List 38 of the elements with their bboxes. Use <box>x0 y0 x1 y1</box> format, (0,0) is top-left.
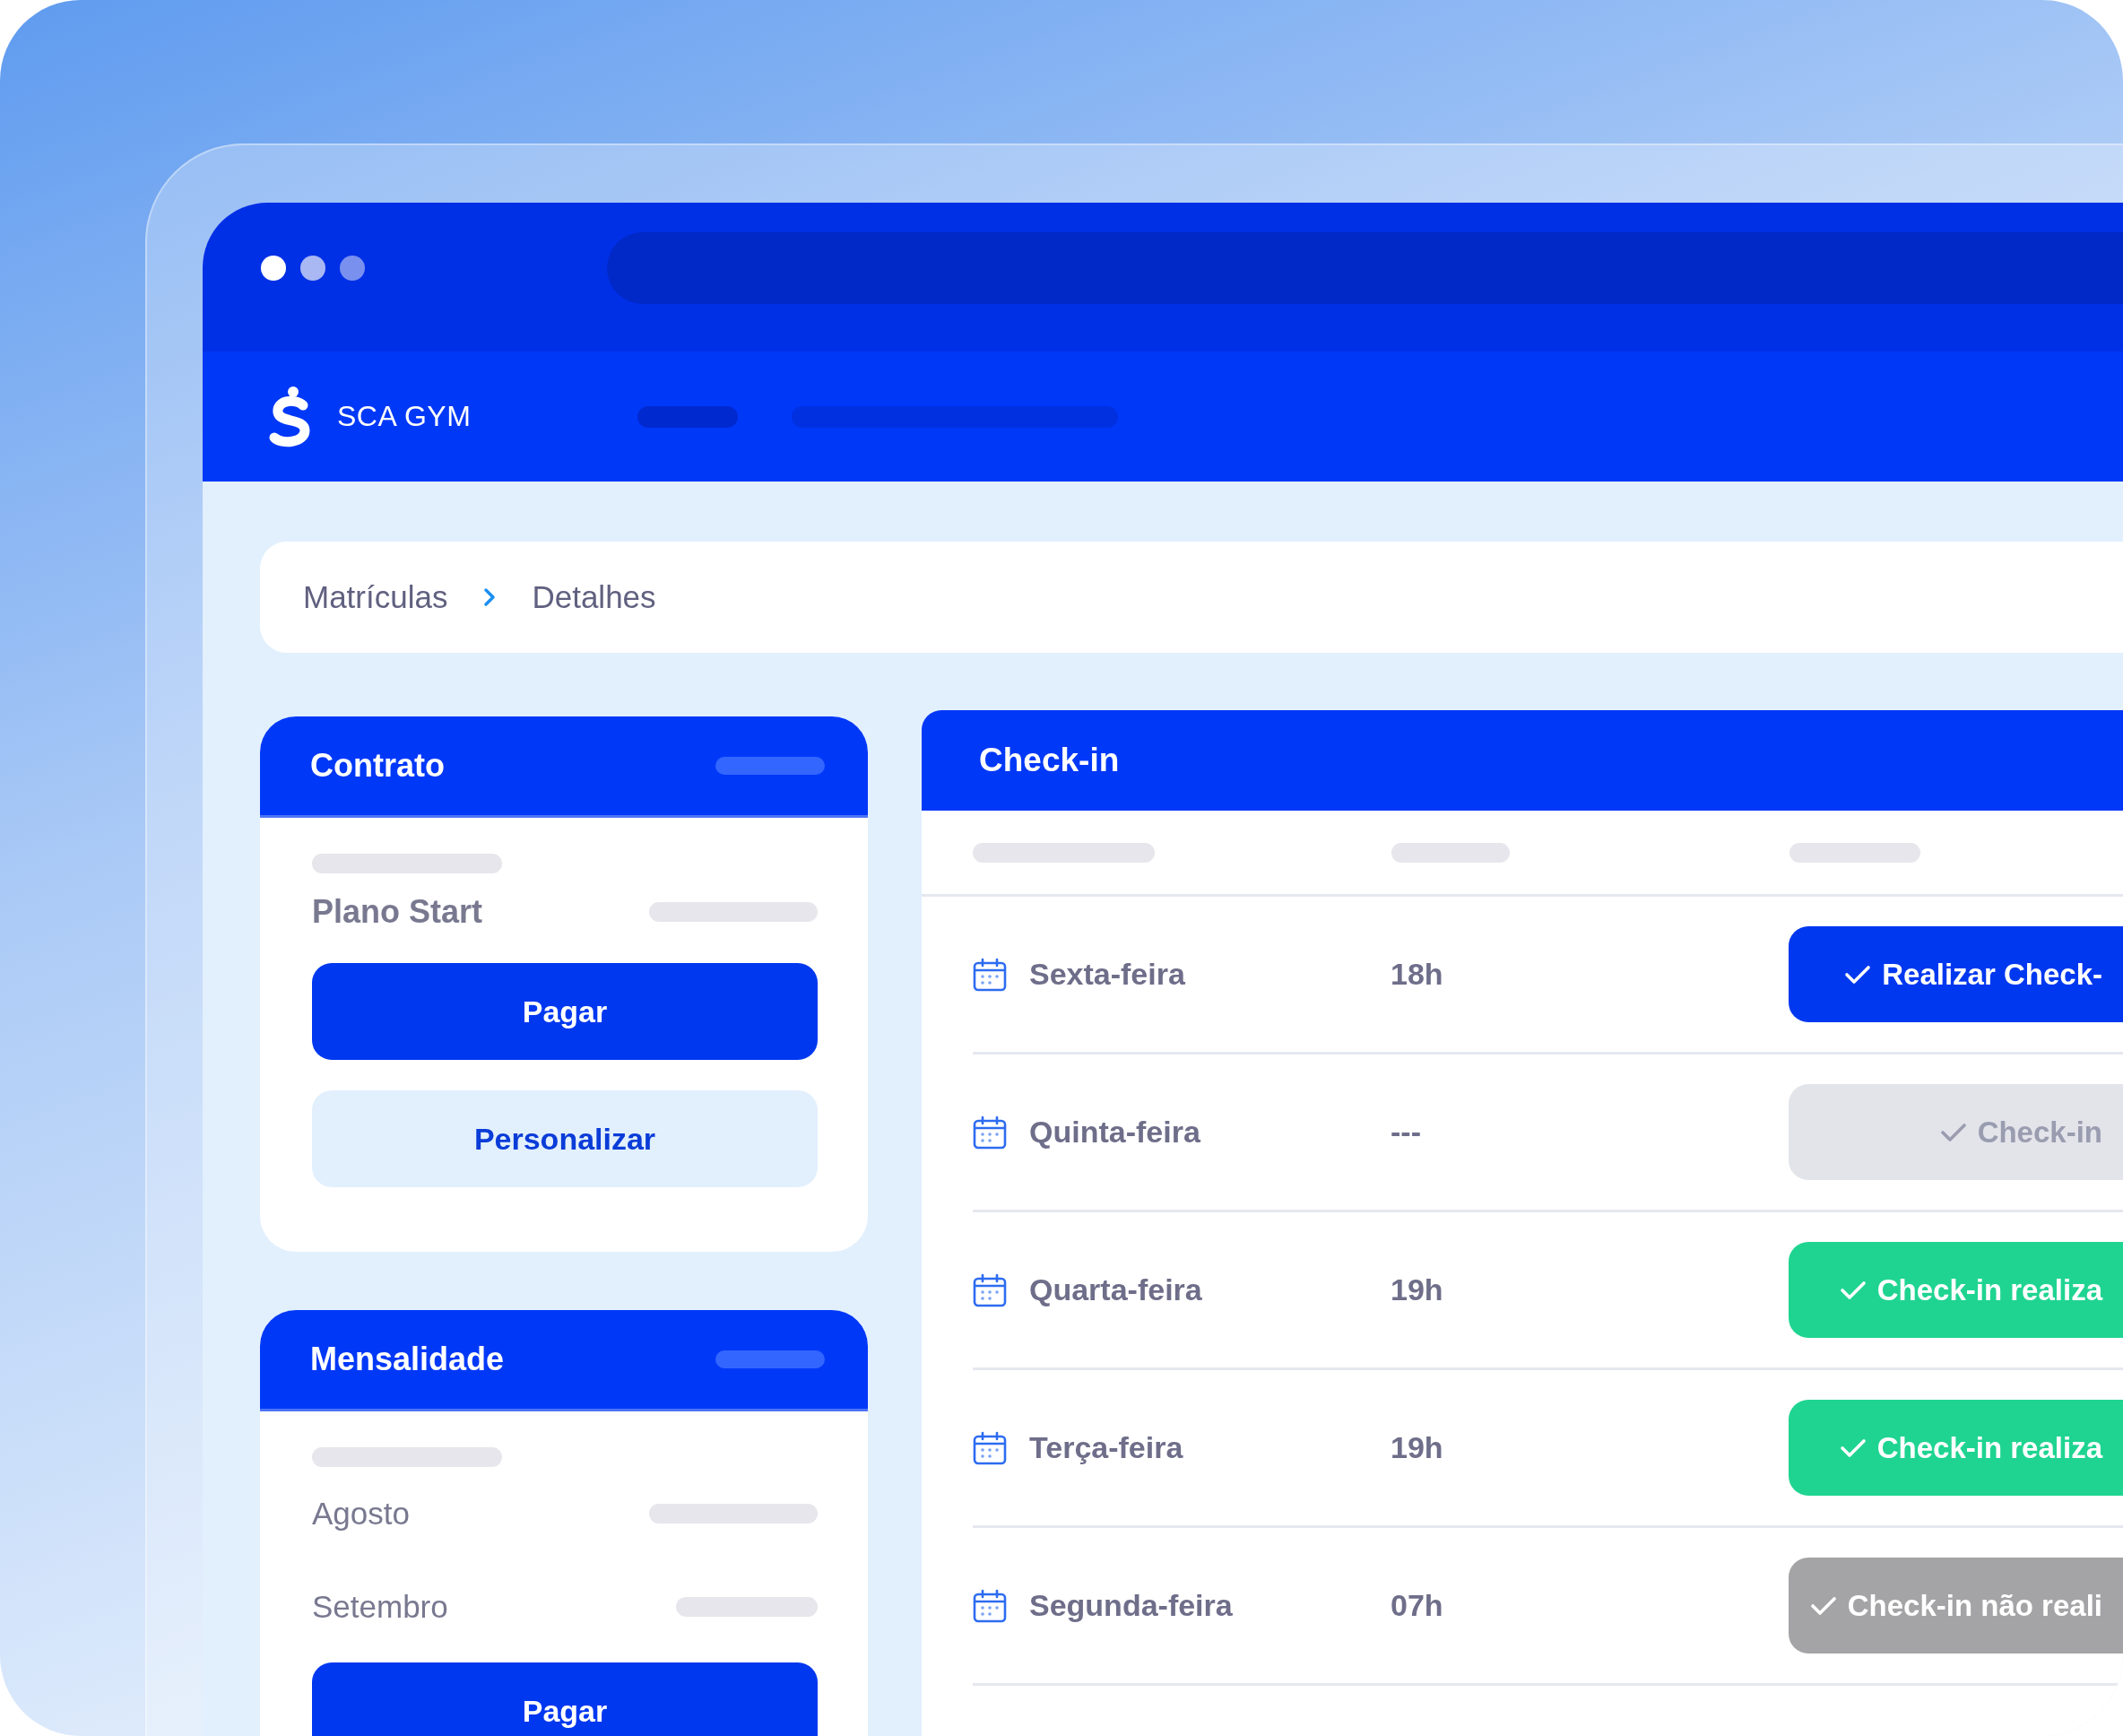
window-dot <box>300 256 325 281</box>
day-label: Quinta-feira <box>1029 1115 1201 1150</box>
time-label: --- <box>1391 1115 1422 1150</box>
day-label: Segunda-feira <box>1029 1588 1234 1623</box>
panel-title: Check-in <box>979 742 1120 779</box>
time-label: 18h <box>1391 957 1444 992</box>
day-label: Quarta-feira <box>1029 1272 1203 1307</box>
brand-name: SCA GYM <box>337 400 472 433</box>
month-label: Setembro <box>312 1589 448 1625</box>
breadcrumb-link[interactable]: Detalhes <box>532 579 656 615</box>
check-icon <box>1939 1121 1967 1143</box>
card-button[interactable]: Pagar <box>312 963 818 1060</box>
address-bar[interactable] <box>607 232 2123 304</box>
calendar-icon <box>973 1588 1007 1623</box>
calendar-icon <box>973 1430 1007 1465</box>
window-dot <box>261 256 286 281</box>
check-icon <box>1839 1437 1867 1459</box>
window-dot <box>340 256 365 281</box>
calendar-icon <box>973 957 1007 992</box>
check-icon <box>1844 963 1872 985</box>
time-label: 19h <box>1391 1430 1444 1465</box>
chevron-right-icon <box>483 587 497 607</box>
day-label: Terça-feira <box>1029 1430 1184 1465</box>
card-title: Mensalidade <box>310 1341 505 1378</box>
breadcrumb-link[interactable]: Matrículas <box>303 579 448 615</box>
check-icon <box>1839 1279 1867 1301</box>
day-label: Sexta-feira <box>1029 957 1186 992</box>
calendar-icon <box>973 1272 1007 1307</box>
card-title: Contrato <box>310 747 445 785</box>
check-icon <box>1809 1594 1837 1617</box>
time-label: 19h <box>1391 1272 1444 1307</box>
checkin-button[interactable]: Realizar Check- <box>1789 926 2123 1022</box>
month-label: Agosto <box>312 1496 410 1532</box>
calendar-icon <box>973 1115 1007 1150</box>
plan-name: Plano Start <box>312 893 483 931</box>
time-label: 07h <box>1391 1588 1444 1623</box>
pay-button[interactable]: Pagar <box>312 1662 818 1736</box>
card-button[interactable]: Personalizar <box>312 1090 818 1187</box>
